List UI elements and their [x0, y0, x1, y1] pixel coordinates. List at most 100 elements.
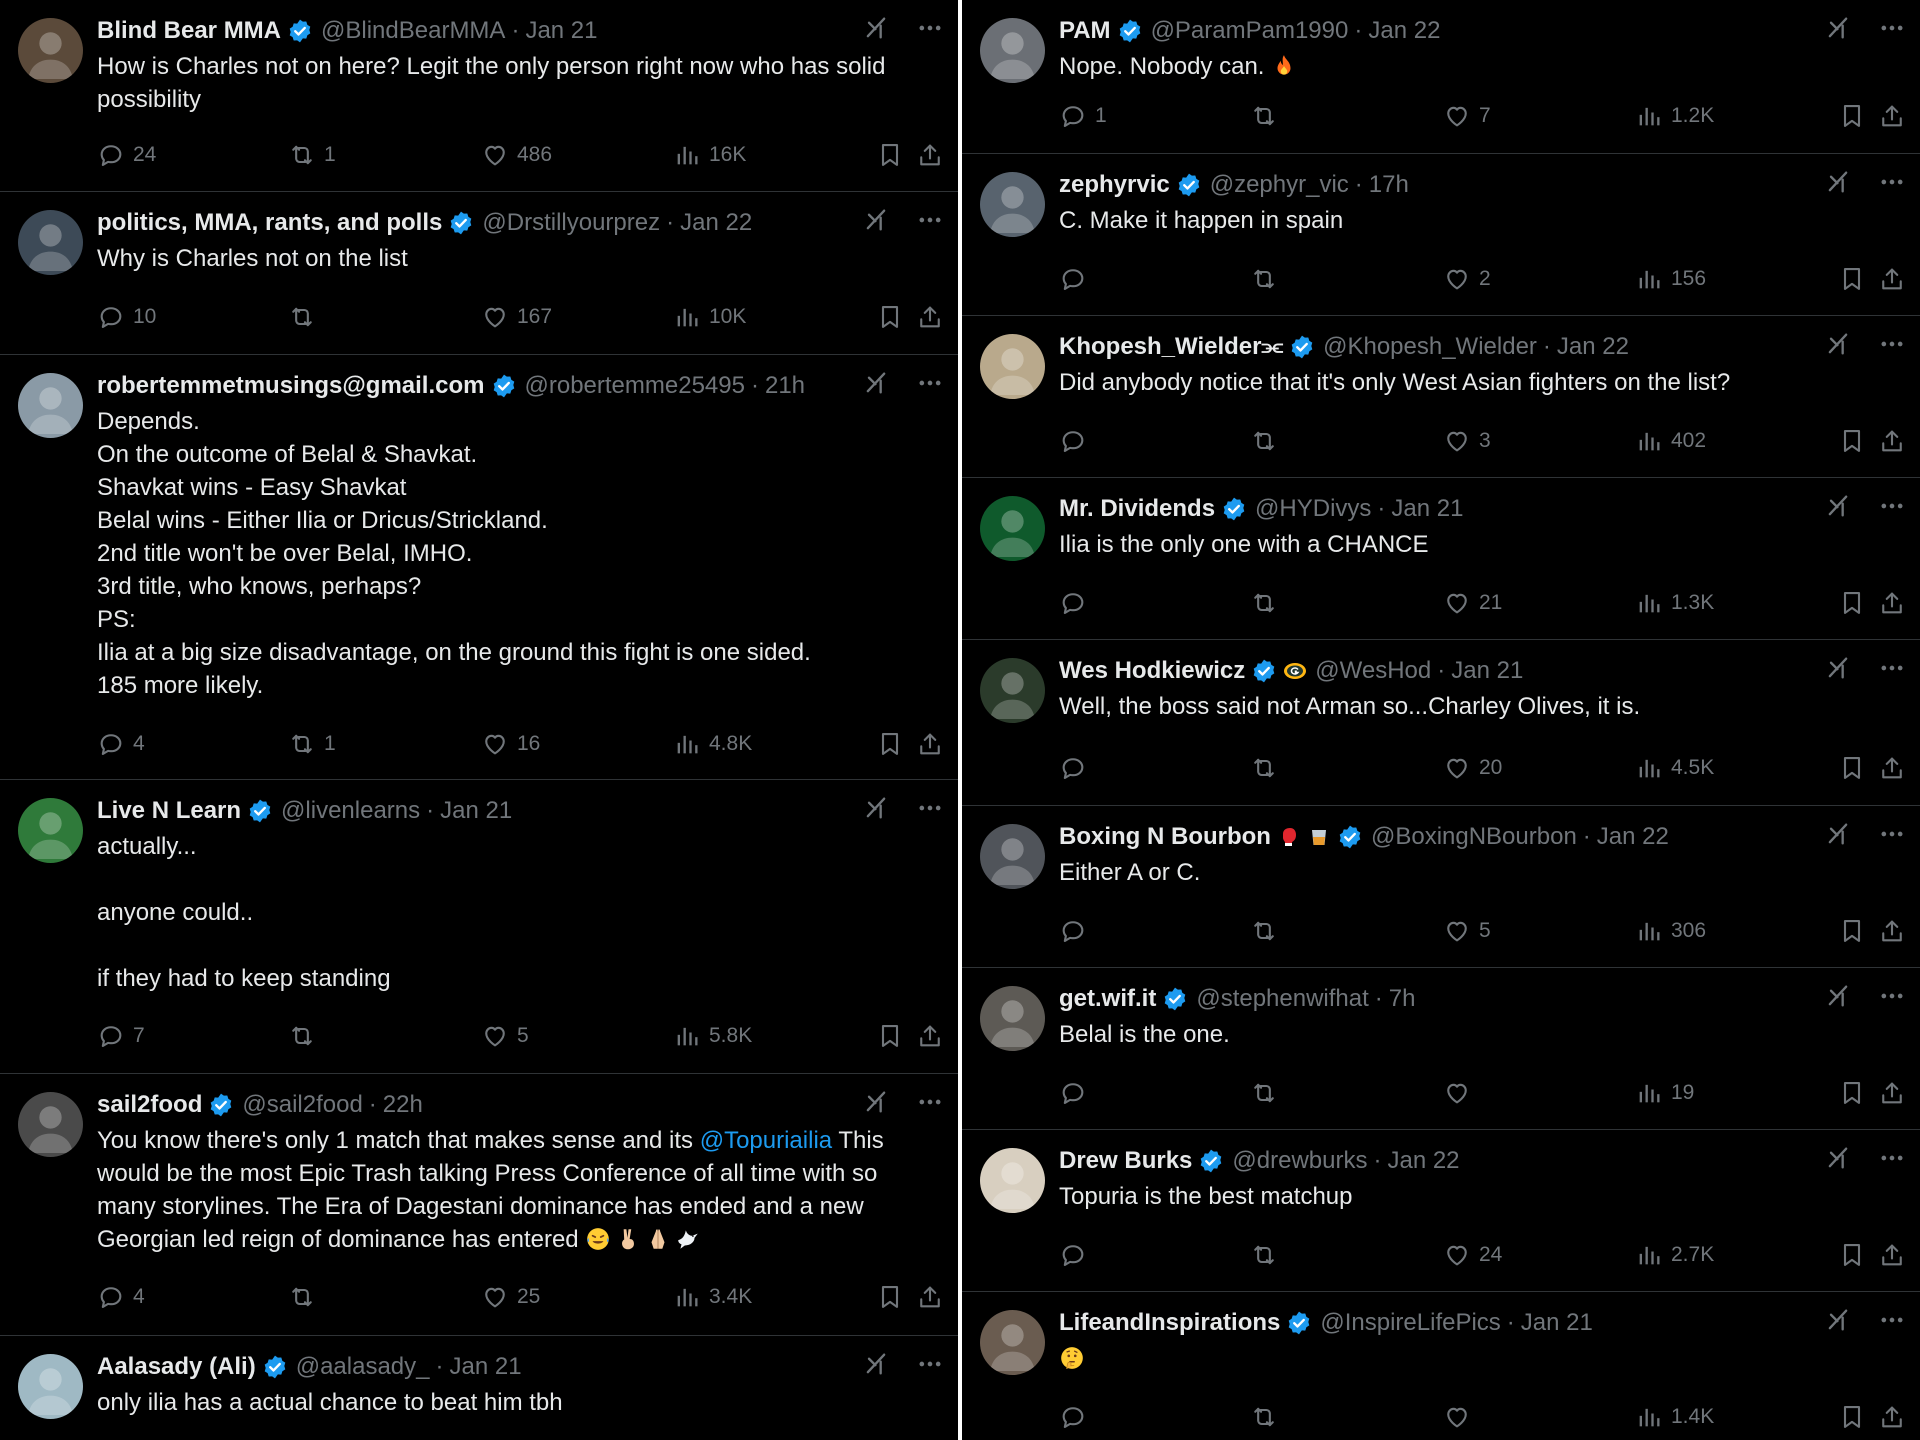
reply-button[interactable]: [1059, 1238, 1095, 1272]
views-button[interactable]: 3.4K: [673, 1280, 752, 1314]
handle[interactable]: @livenlearns: [281, 797, 420, 825]
repost-button[interactable]: [288, 1280, 324, 1314]
handle[interactable]: @drewburks: [1232, 1147, 1367, 1175]
reply-button[interactable]: 4: [97, 1280, 145, 1314]
more-options-icon[interactable]: [1878, 820, 1906, 848]
display-name[interactable]: Drew Burks: [1059, 1147, 1192, 1175]
avatar[interactable]: [980, 334, 1045, 399]
tweet[interactable]: Mr. Dividends @HYDivys · Jan 21 Ilia is the …: [962, 477, 1920, 639]
grok-icon[interactable]: [862, 206, 890, 234]
more-options-icon[interactable]: [1878, 168, 1906, 196]
like-button[interactable]: 486: [481, 138, 552, 172]
reply-button[interactable]: 7: [97, 1019, 145, 1053]
tweet[interactable]: Blind Bear MMA @BlindBearMMA · Jan 21 How is…: [0, 0, 958, 191]
more-options-icon[interactable]: [1878, 492, 1906, 520]
bookmark-button[interactable]: [1838, 1238, 1866, 1272]
avatar[interactable]: [980, 496, 1045, 561]
avatar[interactable]: [18, 798, 83, 863]
more-options-icon[interactable]: [1878, 1306, 1906, 1334]
timestamp[interactable]: 17h: [1369, 171, 1409, 199]
bookmark-button[interactable]: [876, 1019, 904, 1053]
views-button[interactable]: 1.4K: [1635, 1400, 1714, 1434]
repost-button[interactable]: [1250, 751, 1286, 785]
timestamp[interactable]: Jan 21: [440, 797, 512, 825]
share-button[interactable]: [916, 300, 944, 334]
timestamp[interactable]: Jan 21: [450, 1353, 522, 1381]
avatar[interactable]: [18, 1354, 83, 1419]
handle[interactable]: @InspireLifePics: [1320, 1309, 1500, 1337]
views-button[interactable]: 1.3K: [1635, 586, 1714, 620]
more-options-icon[interactable]: [1878, 654, 1906, 682]
avatar[interactable]: [18, 18, 83, 83]
bookmark-button[interactable]: [876, 300, 904, 334]
bookmark-button[interactable]: [876, 1280, 904, 1314]
avatar[interactable]: [980, 18, 1045, 83]
display-name[interactable]: Mr. Dividends: [1059, 495, 1215, 523]
tweet[interactable]: Boxing N Bourbon @BoxingNBourbon · Jan 22 Ei…: [962, 805, 1920, 967]
mention-link[interactable]: @Topuriailia: [700, 1127, 832, 1154]
share-button[interactable]: [1878, 1238, 1906, 1272]
reply-button[interactable]: [1059, 424, 1095, 458]
display-name[interactable]: Aalasady (Ali): [97, 1353, 256, 1381]
tweet[interactable]: Drew Burks @drewburks · Jan 22 Topuria is th…: [962, 1129, 1920, 1291]
display-name[interactable]: LifeandInspirations: [1059, 1309, 1280, 1337]
handle[interactable]: @zephyr_vic: [1210, 171, 1349, 199]
reply-button[interactable]: [1059, 751, 1095, 785]
handle[interactable]: @WesHod: [1315, 657, 1431, 685]
bookmark-button[interactable]: [1838, 751, 1866, 785]
avatar[interactable]: [18, 373, 83, 438]
handle[interactable]: @BoxingNBourbon: [1371, 823, 1577, 851]
reply-button[interactable]: [1059, 914, 1095, 948]
grok-icon[interactable]: [1824, 1306, 1852, 1334]
timestamp[interactable]: 7h: [1389, 985, 1416, 1013]
avatar[interactable]: [980, 824, 1045, 889]
timestamp[interactable]: Jan 22: [680, 209, 752, 237]
bookmark-button[interactable]: [1838, 99, 1866, 133]
bookmark-button[interactable]: [1838, 424, 1866, 458]
grok-icon[interactable]: [1824, 654, 1852, 682]
share-button[interactable]: [1878, 586, 1906, 620]
reply-button[interactable]: 4: [97, 727, 145, 761]
like-button[interactable]: 25: [481, 1280, 540, 1314]
views-button[interactable]: 16K: [673, 138, 746, 172]
repost-button[interactable]: [1250, 424, 1286, 458]
like-button[interactable]: 20: [1443, 751, 1502, 785]
views-button[interactable]: 5.8K: [673, 1019, 752, 1053]
repost-button[interactable]: [1250, 914, 1286, 948]
like-button[interactable]: 3: [1443, 424, 1491, 458]
bookmark-button[interactable]: [1838, 262, 1866, 296]
grok-icon[interactable]: [862, 14, 890, 42]
share-button[interactable]: [1878, 262, 1906, 296]
timestamp[interactable]: Jan 22: [1368, 17, 1440, 45]
grok-icon[interactable]: [1824, 168, 1852, 196]
like-button[interactable]: 2: [1443, 262, 1491, 296]
share-button[interactable]: [1878, 1076, 1906, 1110]
views-button[interactable]: 10K: [673, 300, 746, 334]
timestamp[interactable]: Jan 21: [525, 17, 597, 45]
avatar[interactable]: [18, 210, 83, 275]
tweet[interactable]: zephyrvic @zephyr_vic · 17h C. Make it happe…: [962, 153, 1920, 315]
reply-button[interactable]: 1: [1059, 99, 1107, 133]
handle[interactable]: @BlindBearMMA: [321, 17, 505, 45]
timestamp[interactable]: Jan 22: [1387, 1147, 1459, 1175]
grok-icon[interactable]: [862, 1350, 890, 1378]
like-button[interactable]: 24: [1443, 1238, 1502, 1272]
handle[interactable]: @Drstillyourprez: [482, 209, 660, 237]
more-options-icon[interactable]: [1878, 982, 1906, 1010]
tweet[interactable]: Live N Learn @livenlearns · Jan 21 actually.…: [0, 779, 958, 1073]
views-button[interactable]: 19: [1635, 1076, 1694, 1110]
more-options-icon[interactable]: [916, 794, 944, 822]
avatar[interactable]: [980, 986, 1045, 1051]
reply-button[interactable]: [1059, 586, 1095, 620]
grok-icon[interactable]: [1824, 982, 1852, 1010]
share-button[interactable]: [1878, 914, 1906, 948]
grok-icon[interactable]: [1824, 330, 1852, 358]
more-options-icon[interactable]: [916, 1088, 944, 1116]
display-name[interactable]: robertemmetmusings@gmail.com: [97, 372, 485, 400]
bookmark-button[interactable]: [876, 138, 904, 172]
tweet[interactable]: get.wif.it @stephenwifhat · 7h Belal is the …: [962, 967, 1920, 1129]
share-button[interactable]: [916, 138, 944, 172]
share-button[interactable]: [916, 1280, 944, 1314]
avatar[interactable]: [980, 1310, 1045, 1375]
tweet[interactable]: sail2food @sail2food · 22h You know there's …: [0, 1073, 958, 1335]
